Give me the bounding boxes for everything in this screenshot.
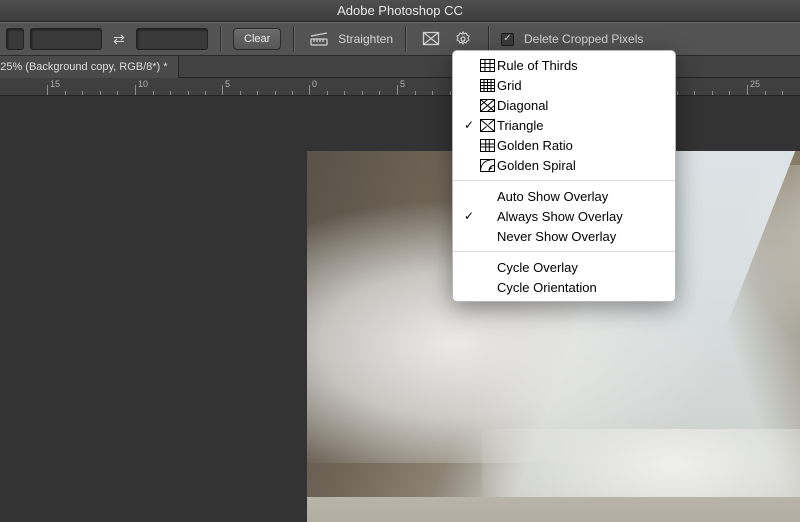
aspect-w-field[interactable]	[6, 28, 24, 50]
ruler-tick-minor	[205, 91, 206, 95]
menu-item-label: Rule of Thirds	[497, 58, 663, 73]
separator	[293, 26, 294, 52]
straighten-icon[interactable]	[306, 28, 332, 50]
checkmark-icon: ✓	[461, 118, 477, 132]
ruler-tick-major	[309, 85, 310, 95]
app-title: Adobe Photoshop CC	[337, 3, 463, 18]
golden-overlay-icon	[477, 139, 497, 152]
menu-item[interactable]: ✓ Always Show Overlay	[453, 206, 675, 226]
menu-item[interactable]: Cycle Orientation	[453, 277, 675, 297]
ruler-tick-minor	[729, 91, 730, 95]
ruler-tick-minor	[415, 91, 416, 95]
ruler-tick-major	[222, 85, 223, 95]
ruler-tick-major	[747, 85, 748, 95]
ruler-tick-major	[135, 85, 136, 95]
app-titlebar: Adobe Photoshop CC	[0, 0, 800, 22]
ruler-tick-minor	[170, 91, 171, 95]
menu-item[interactable]: Diagonal	[453, 95, 675, 115]
ruler-tick-major	[47, 85, 48, 95]
document-tab[interactable]: @ 25% (Background copy, RGB/8*) *	[0, 56, 179, 78]
ruler-label: 10	[138, 79, 148, 89]
spiral-overlay-icon	[477, 159, 497, 172]
menu-item-label: Never Show Overlay	[497, 229, 663, 244]
ruler-tick-minor	[362, 91, 363, 95]
ruler-tick-minor	[188, 91, 189, 95]
ruler-tick-minor	[65, 91, 66, 95]
ruler-tick-minor	[712, 91, 713, 95]
menu-item-label: Grid	[497, 78, 663, 93]
crop-settings-gear-icon[interactable]	[450, 28, 476, 50]
ruler-tick-minor	[379, 91, 380, 95]
ruler-label: 5	[400, 79, 405, 89]
ruler-tick-minor	[153, 91, 154, 95]
menu-item[interactable]: Rule of Thirds	[453, 55, 675, 75]
ruler-tick-minor	[677, 91, 678, 95]
menu-item[interactable]: Grid	[453, 75, 675, 95]
menu-item-label: Auto Show Overlay	[497, 189, 663, 204]
canvas-area[interactable]	[0, 96, 800, 522]
menu-separator	[453, 180, 675, 181]
clear-button[interactable]: Clear	[233, 28, 281, 50]
document-tabstrip: @ 25% (Background copy, RGB/8*) *	[0, 56, 800, 78]
menu-separator	[453, 251, 675, 252]
horizontal-ruler[interactable]: 151050510152025	[0, 78, 800, 96]
menu-item-label: Triangle	[497, 118, 663, 133]
ruler-label: 5	[225, 79, 230, 89]
ruler-tick-minor	[782, 91, 783, 95]
menu-item-label: Diagonal	[497, 98, 663, 113]
ruler-tick-minor	[344, 91, 345, 95]
ruler-label: 15	[50, 79, 60, 89]
menu-item[interactable]: Auto Show Overlay	[453, 186, 675, 206]
menu-item[interactable]: Never Show Overlay	[453, 226, 675, 246]
menu-item-label: Cycle Orientation	[497, 280, 663, 295]
crop-options-bar: ⇄ Clear Straighten ✓ Delete Cropped Pixe…	[0, 22, 800, 56]
ruler-tick-minor	[82, 91, 83, 95]
ruler-tick-minor	[432, 91, 433, 95]
delete-cropped-label: Delete Cropped Pixels	[524, 32, 643, 46]
separator	[220, 26, 221, 52]
ruler-tick-minor	[117, 91, 118, 95]
menu-item-label: Cycle Overlay	[497, 260, 663, 275]
ruler-label: 0	[312, 79, 317, 89]
ruler-label: 25	[750, 79, 760, 89]
checkmark-icon: ✓	[461, 209, 477, 223]
tri-overlay-icon	[477, 119, 497, 132]
ruler-tick-minor	[292, 91, 293, 95]
ruler-tick-minor	[257, 91, 258, 95]
menu-item[interactable]: ✓ Triangle	[453, 115, 675, 135]
menu-item[interactable]: Golden Ratio	[453, 135, 675, 155]
menu-item-label: Always Show Overlay	[497, 209, 663, 224]
overlay-menu-icon[interactable]	[418, 28, 444, 50]
swap-dimensions-icon[interactable]: ⇄	[108, 28, 130, 50]
separator	[405, 26, 406, 52]
clear-label: Clear	[244, 33, 270, 45]
menu-item-label: Golden Spiral	[497, 158, 663, 173]
ruler-tick-minor	[275, 91, 276, 95]
ruler-tick-minor	[694, 91, 695, 95]
ruler-tick-minor	[327, 91, 328, 95]
ruler-tick-minor	[765, 91, 766, 95]
separator	[488, 26, 489, 52]
document-tab-label: @ 25% (Background copy, RGB/8*) *	[0, 61, 168, 73]
diag-overlay-icon	[477, 99, 497, 112]
straighten-label: Straighten	[338, 32, 393, 46]
crop-overlay-dropdown: Rule of Thirds Grid Diagonal ✓ Triangle Golde…	[452, 50, 676, 302]
aspect-w-value[interactable]	[30, 28, 102, 50]
menu-item[interactable]: Cycle Overlay	[453, 257, 675, 277]
ruler-tick-minor	[240, 91, 241, 95]
aspect-h-value[interactable]	[136, 28, 208, 50]
ruler-tick-minor	[100, 91, 101, 95]
grid-overlay-icon	[477, 79, 497, 92]
ruler-tick-major	[397, 85, 398, 95]
ruler-tick-minor	[450, 91, 451, 95]
delete-cropped-checkbox[interactable]: ✓	[501, 33, 514, 46]
menu-item[interactable]: Golden Spiral	[453, 155, 675, 175]
thirds-overlay-icon	[477, 59, 497, 72]
menu-item-label: Golden Ratio	[497, 138, 663, 153]
